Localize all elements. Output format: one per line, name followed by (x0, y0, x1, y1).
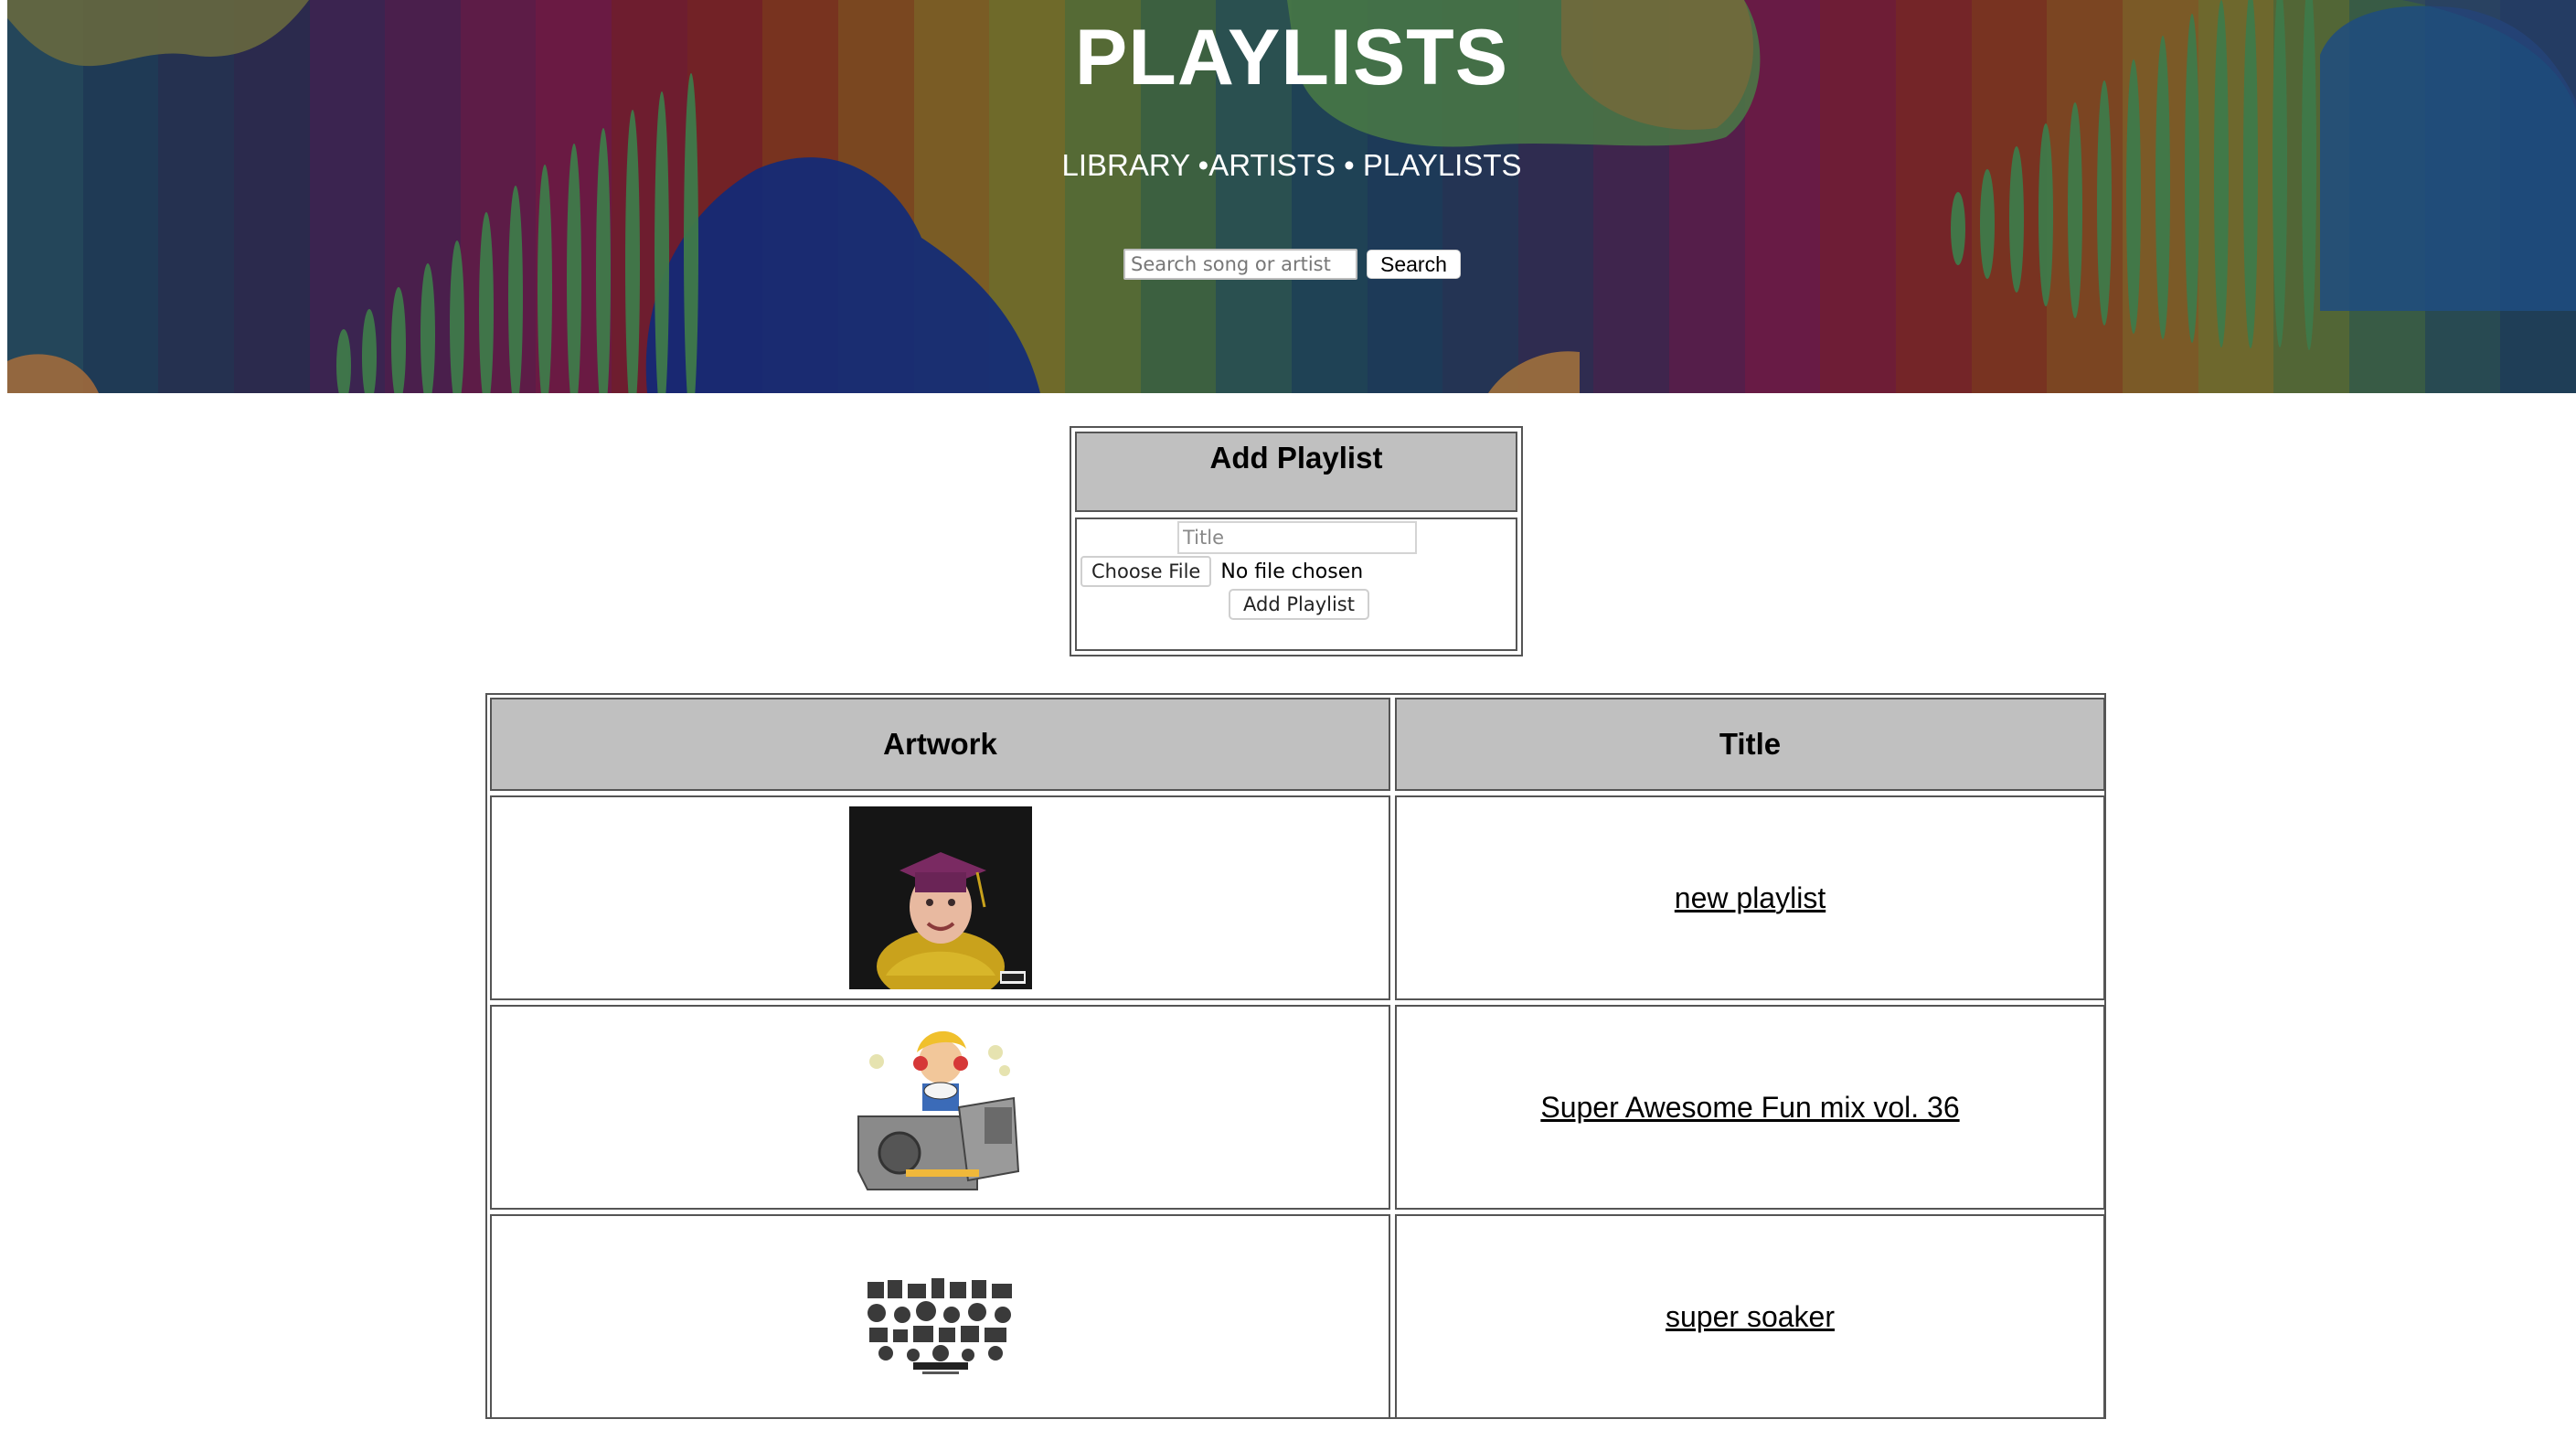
search-form: Search (1123, 249, 1461, 280)
table-row-artwork-cell (490, 795, 1390, 1000)
nav-separator: • (1336, 148, 1363, 182)
nav-separator: • (1189, 148, 1209, 182)
add-playlist-button[interactable]: Add Playlist (1229, 589, 1369, 620)
page-title: PLAYLISTS (1074, 14, 1509, 101)
file-status-text: No file chosen (1220, 560, 1364, 583)
playlists-table: Artwork Title new playlist Super Awesome… (485, 693, 2106, 1419)
nav-artists-link[interactable]: ARTISTS (1208, 148, 1336, 182)
playlist-link[interactable]: Super Awesome Fun mix vol. 36 (1540, 1091, 1959, 1125)
table-row-title-cell: new playlist (1395, 795, 2105, 1000)
nav-library-link[interactable]: LIBRARY (1061, 148, 1189, 182)
search-button[interactable]: Search (1367, 250, 1461, 279)
table-row-artwork-cell (490, 1214, 1390, 1419)
playlist-title-input[interactable] (1177, 521, 1417, 554)
collage-artwork (848, 1225, 1032, 1408)
add-playlist-form: Add Playlist Choose File No file chosen … (1070, 426, 1523, 656)
playlist-link[interactable]: super soaker (1666, 1300, 1835, 1334)
cartoon-dj-artwork (848, 1016, 1032, 1199)
column-header-artwork: Artwork (490, 698, 1390, 791)
add-playlist-heading: Add Playlist (1075, 432, 1517, 512)
column-header-title: Title (1395, 698, 2105, 791)
search-input[interactable] (1123, 249, 1357, 280)
hero-banner: PLAYLISTS LIBRARY •ARTISTS • PLAYLISTS S… (7, 0, 2576, 393)
graduation-photo-artwork (848, 806, 1032, 989)
choose-file-button[interactable]: Choose File (1080, 556, 1212, 587)
main-nav: LIBRARY •ARTISTS • PLAYLISTS (7, 148, 2576, 183)
table-row-artwork-cell (490, 1005, 1390, 1210)
table-row-title-cell: super soaker (1395, 1214, 2105, 1419)
playlist-link[interactable]: new playlist (1675, 881, 1826, 915)
add-playlist-body: Choose File No file chosen Add Playlist (1075, 518, 1517, 651)
nav-playlists-link[interactable]: PLAYLISTS (1363, 148, 1522, 182)
file-picker: Choose File No file chosen (1080, 556, 1363, 587)
table-row-title-cell: Super Awesome Fun mix vol. 36 (1395, 1005, 2105, 1210)
